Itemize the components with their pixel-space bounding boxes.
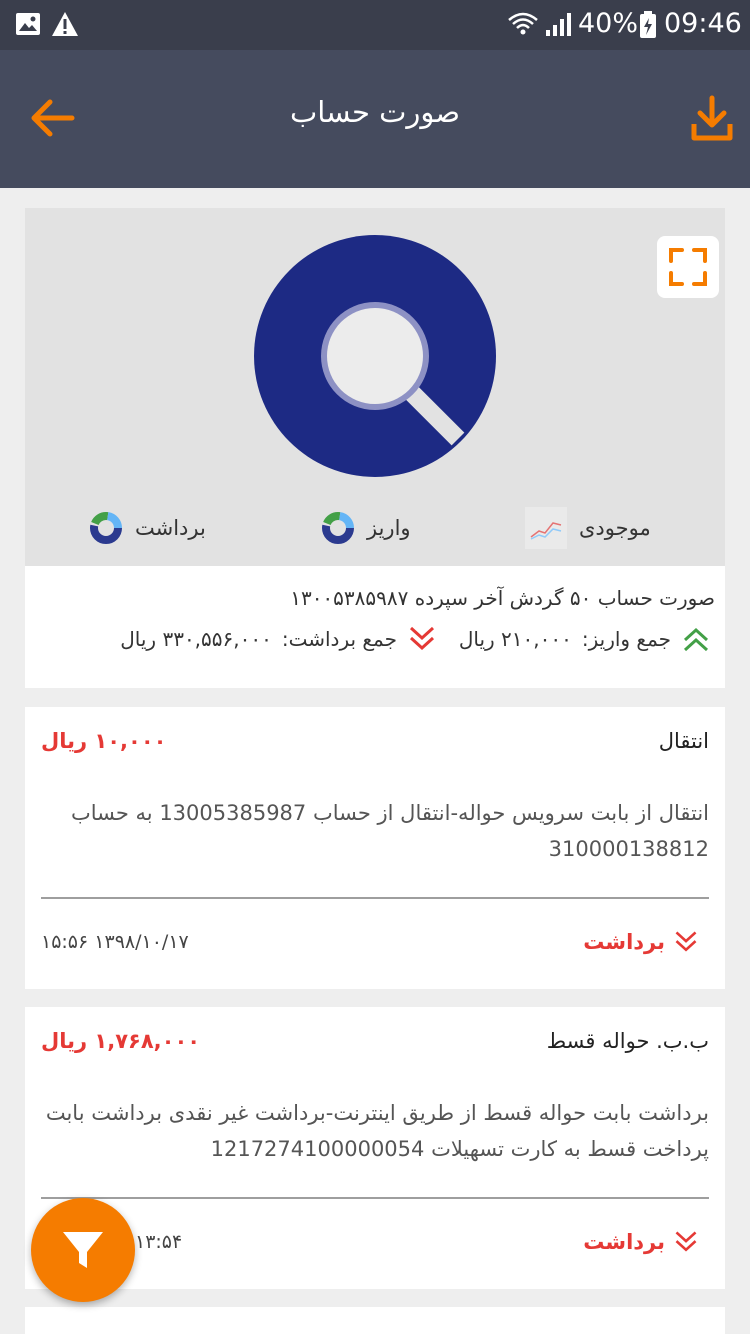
legend-item-withdraw[interactable]: برداشت (89, 508, 206, 548)
transaction-title: ب.ب. حواله قسط (546, 1029, 709, 1053)
double-chevron-down-icon (409, 626, 435, 651)
legend-item-balance[interactable]: موجودی (525, 507, 651, 549)
transaction-title: انتقال (658, 729, 709, 753)
transaction-datetime: ۱۳:۵۴ (135, 1231, 183, 1253)
donut-chart-icon (90, 512, 122, 544)
status-bar: 40% 09:46 (0, 0, 750, 50)
account-summary-line: صورت حساب ۵۰ گردش آخر سپرده ۱۳۰۰۵۳۸۵۹۸۷ (290, 586, 715, 610)
donut-chart (254, 235, 496, 477)
transaction-amount: ۱۰,۰۰۰ ریال (41, 729, 167, 753)
donut-hole (327, 308, 423, 404)
wifi-icon (508, 12, 538, 35)
transaction-type-label: برداشت (583, 1230, 665, 1254)
divider (41, 1197, 709, 1199)
app-bar: صورت حساب (0, 50, 750, 188)
download-icon[interactable] (690, 94, 734, 142)
fullscreen-icon (669, 248, 707, 286)
legend-label: موجودی (579, 516, 651, 540)
withdraw-label: جمع برداشت: (281, 627, 397, 651)
withdraw-total: جمع برداشت: ۳۳۰,۵۵۶,۰۰۰ ریال (120, 624, 437, 654)
deposit-value: ۲۱۰,۰۰۰ ریال (458, 627, 572, 651)
transaction-card-partial[interactable] (25, 1307, 725, 1334)
page-title: صورت حساب (289, 95, 461, 129)
double-chevron-down-icon (675, 1231, 697, 1252)
transaction-type: برداشت (583, 929, 699, 955)
transaction-amount: ۱,۷۶۸,۰۰۰ ریال (41, 1029, 201, 1053)
filter-icon (63, 1232, 103, 1268)
legend-label: برداشت (135, 516, 206, 540)
battery-percent: 40% (578, 8, 639, 39)
deposit-total: جمع واریز: ۲۱۰,۰۰۰ ریال (459, 624, 711, 654)
withdraw-value: ۳۳۰,۵۵۶,۰۰۰ ریال (120, 627, 272, 651)
transaction-datetime: ۱۳۹۸/۱۰/۱۷ ۱۵:۵۶ (41, 931, 189, 953)
line-chart-icon (525, 507, 567, 549)
clock: 09:46 (664, 8, 742, 39)
transaction-card[interactable]: انتقال ۱۰,۰۰۰ ریال انتقال از بابت سرویس … (25, 707, 725, 989)
image-icon (16, 13, 40, 35)
legend-label: واریز (367, 516, 411, 540)
divider (41, 897, 709, 899)
double-chevron-down-icon (675, 931, 697, 952)
deposit-label: جمع واریز: (581, 627, 671, 651)
filter-button[interactable] (31, 1198, 135, 1302)
transaction-description: انتقال از بابت سرویس حواله-انتقال از حسا… (70, 801, 709, 861)
transaction-type-label: برداشت (583, 930, 665, 954)
legend-item-deposit[interactable]: واریز (321, 508, 411, 548)
summary-card: صورت حساب ۵۰ گردش آخر سپرده ۱۳۰۰۵۳۸۵۹۸۷ … (25, 566, 725, 688)
donut-chart-icon (322, 512, 354, 544)
chart-area: موجودی واریز برداشت (25, 208, 725, 566)
transaction-description: برداشت بابت حواله قسط از طریق اینترنت-بر… (45, 1101, 709, 1161)
signal-icon (546, 13, 571, 36)
fullscreen-button[interactable] (657, 236, 719, 298)
double-chevron-up-icon (683, 627, 709, 652)
transaction-type: برداشت (583, 1229, 699, 1255)
battery-icon (640, 11, 656, 38)
warning-icon (52, 12, 78, 36)
